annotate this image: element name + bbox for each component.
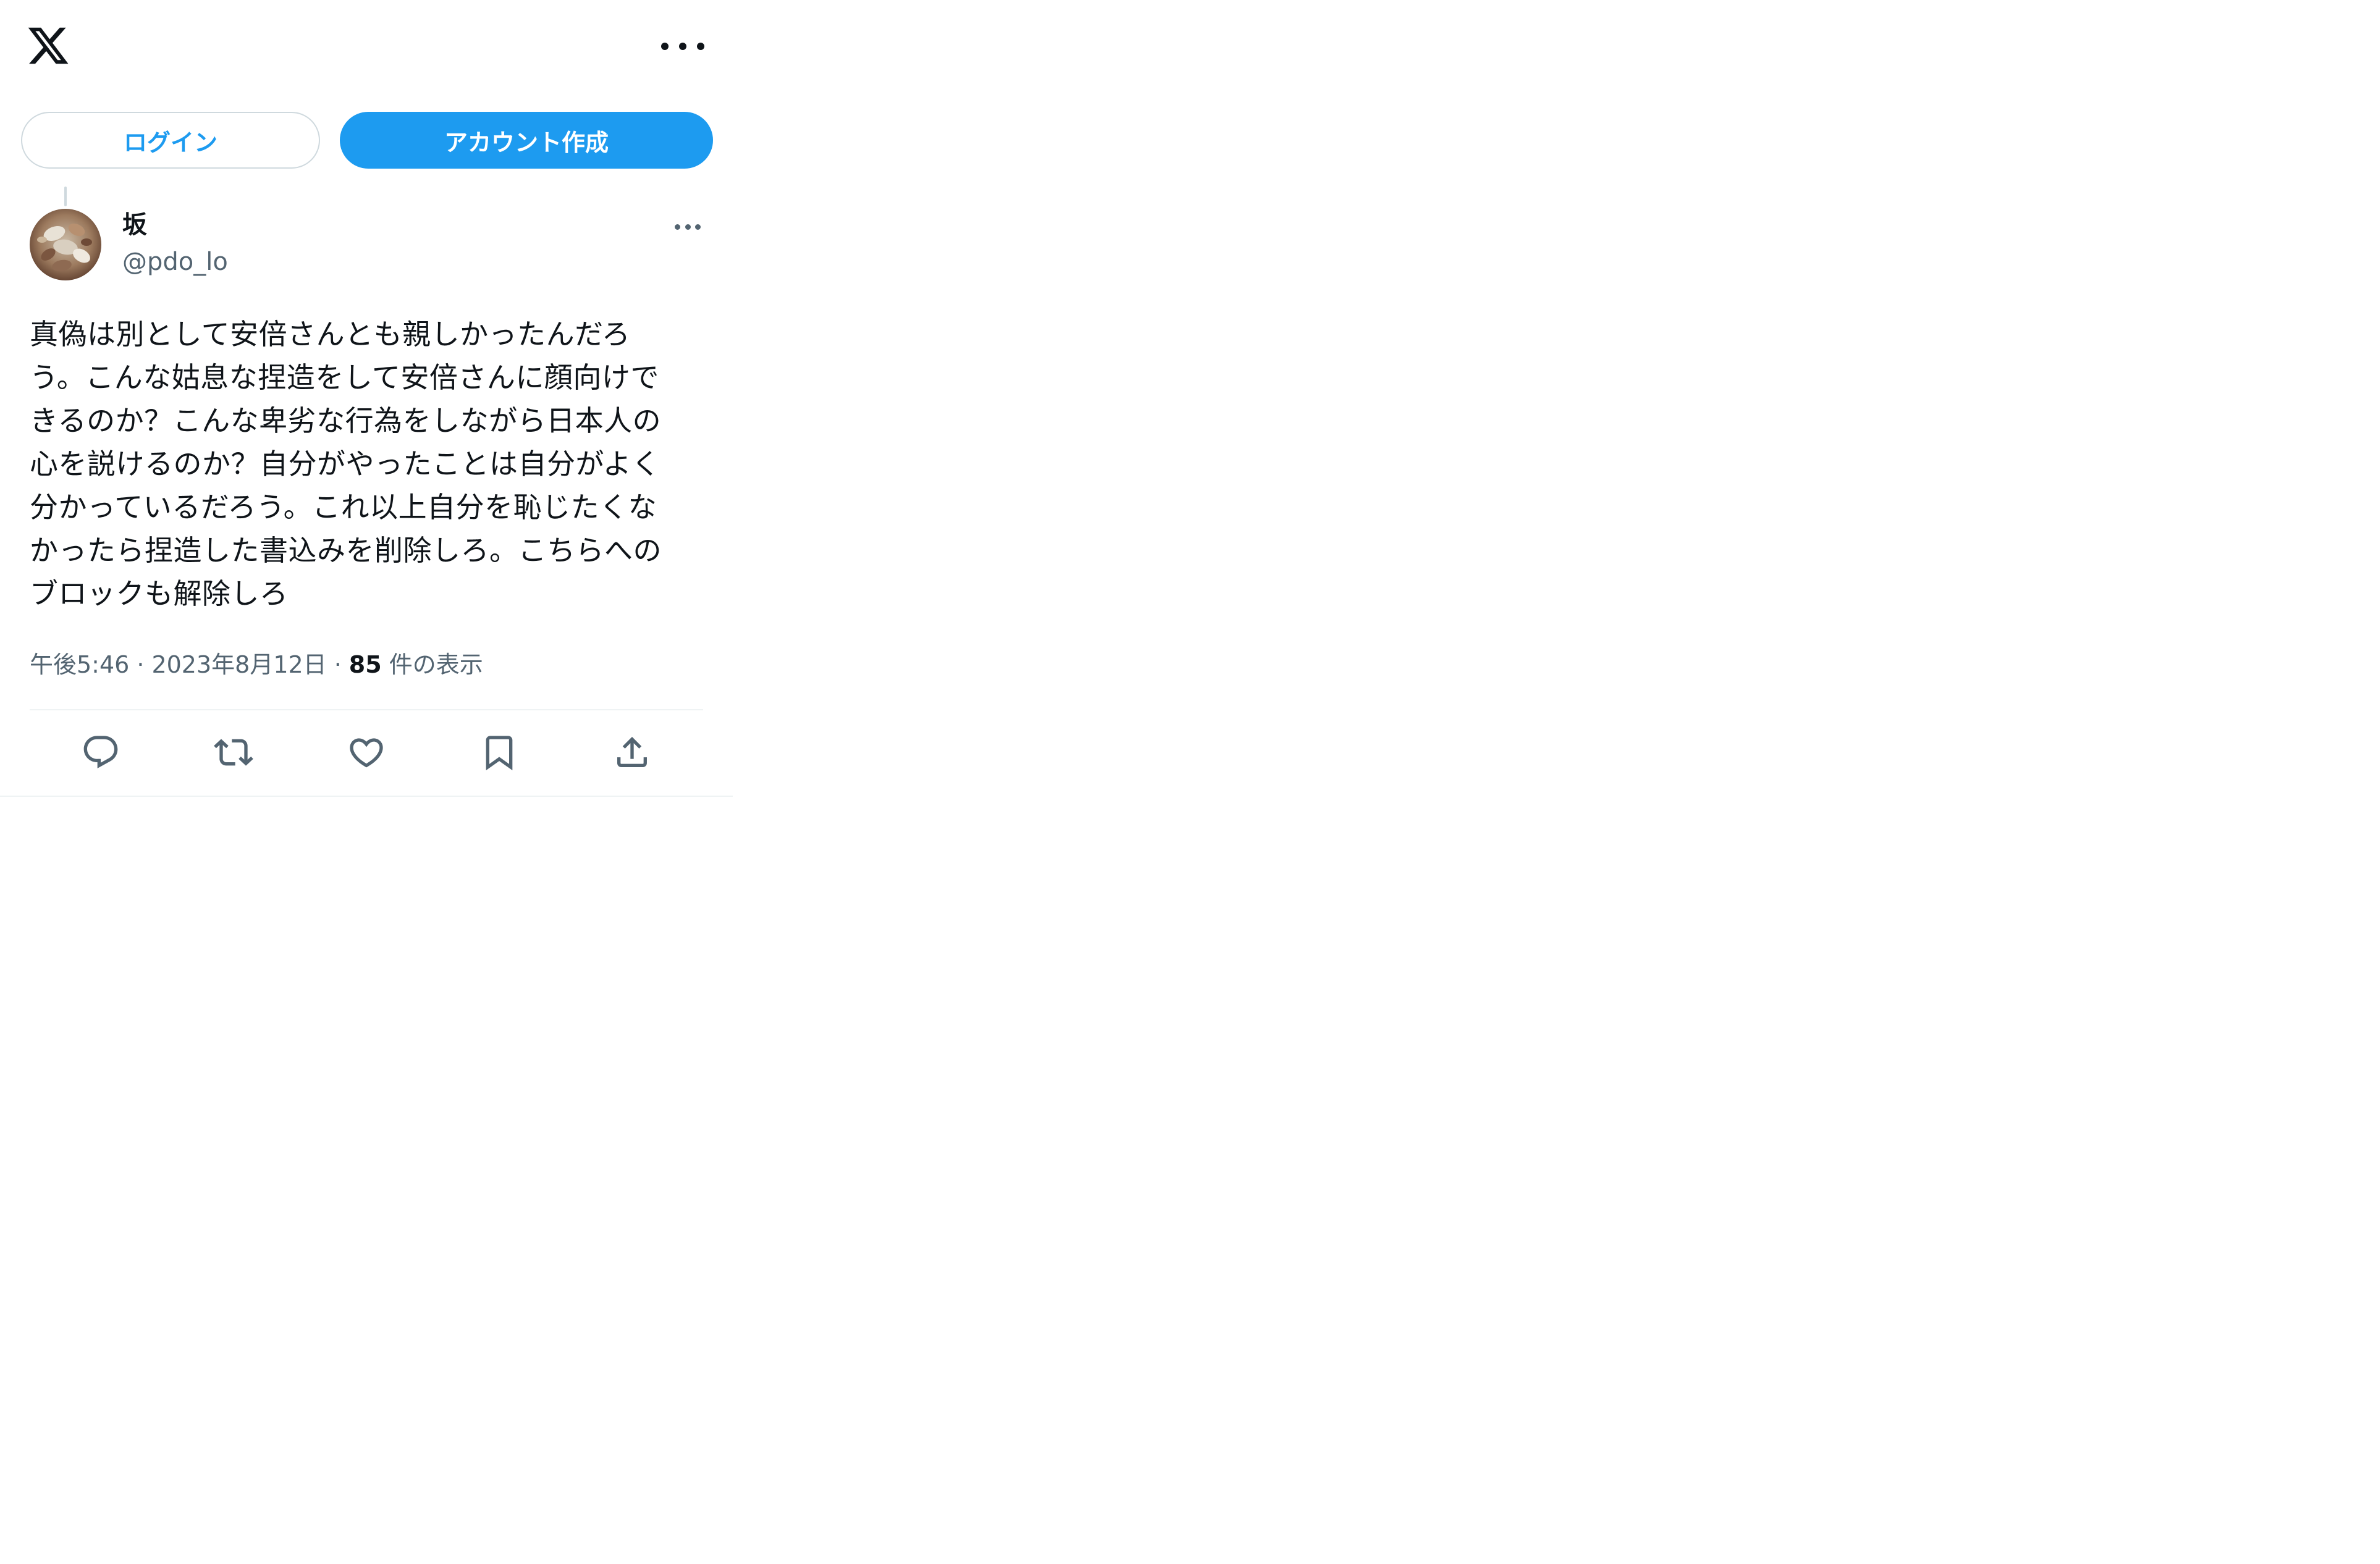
avatar[interactable] bbox=[30, 209, 101, 280]
tweet-column: ログイン アカウント作成 坂 @pdo_lo 真偽は別として安倍さんとも親しかっ… bbox=[0, 0, 733, 797]
dot bbox=[661, 43, 669, 50]
dot bbox=[695, 224, 701, 230]
tweet-text: 真偽は別として安倍さんとも親しかったんだろ う。こんな姑息な捏造をして安倍さんに… bbox=[30, 317, 662, 610]
meta-separator: · bbox=[137, 651, 145, 678]
retweet-icon bbox=[214, 739, 253, 766]
meta-separator: · bbox=[334, 651, 342, 678]
share-button[interactable] bbox=[612, 733, 652, 772]
display-name[interactable]: 坂 bbox=[122, 208, 147, 242]
x-logo-icon[interactable] bbox=[26, 23, 70, 68]
retweet-button[interactable] bbox=[214, 733, 253, 772]
bookmark-button[interactable] bbox=[479, 733, 519, 772]
tweet-more-icon[interactable] bbox=[675, 217, 701, 236]
like-button[interactable] bbox=[347, 733, 386, 772]
divider bbox=[30, 709, 703, 710]
more-horizontal-icon[interactable] bbox=[661, 37, 704, 56]
page: ログイン アカウント作成 坂 @pdo_lo 真偽は別として安倍さんとも親しかっ… bbox=[0, 0, 2380, 1564]
bookmark-icon bbox=[486, 736, 513, 771]
tweet-metadata: 午後5:46 · 2023年8月12日 · 85 件の表示 bbox=[30, 642, 483, 687]
reply-button[interactable] bbox=[81, 733, 120, 772]
views-label: 件の表示 bbox=[389, 651, 483, 678]
heart-icon bbox=[350, 738, 383, 768]
tweet-time[interactable]: 午後5:46 bbox=[30, 651, 129, 678]
create-account-button[interactable]: アカウント作成 bbox=[340, 112, 713, 169]
reply-icon bbox=[83, 736, 118, 768]
login-button[interactable]: ログイン bbox=[21, 112, 320, 169]
dot bbox=[685, 224, 691, 230]
tweet-bottom-border bbox=[0, 796, 733, 797]
dot bbox=[679, 43, 686, 50]
avatar-image bbox=[30, 209, 101, 280]
dot bbox=[675, 224, 680, 230]
tweet-date[interactable]: 2023年8月12日 bbox=[151, 651, 326, 678]
dot bbox=[697, 43, 704, 50]
views-count: 85 bbox=[348, 651, 382, 678]
user-handle[interactable]: @pdo_lo bbox=[122, 245, 228, 279]
thread-connector-line bbox=[64, 187, 67, 206]
share-icon bbox=[617, 736, 647, 767]
